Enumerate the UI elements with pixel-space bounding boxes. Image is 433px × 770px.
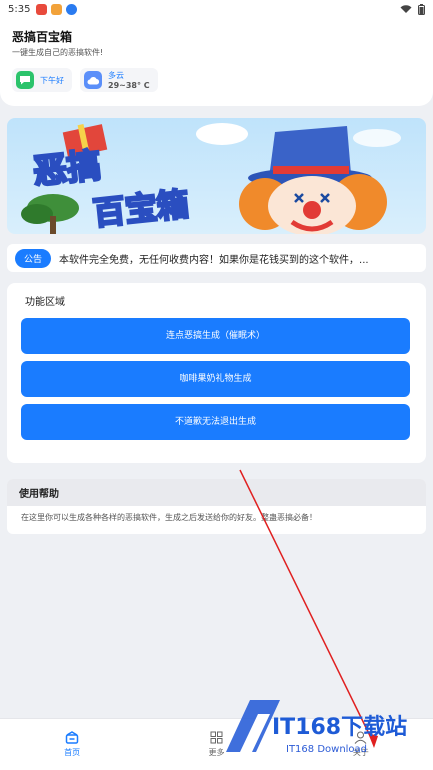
user-icon xyxy=(354,731,367,744)
apology-generator-button[interactable]: 不道歉无法退出生成 xyxy=(21,404,410,440)
notification-app-icon xyxy=(51,3,63,15)
notice-bar[interactable]: 公告 本软件完全免费，无任何收费内容！如果你是花钱买到的这个软件，... xyxy=(7,244,426,272)
function-area-title: 功能区域 xyxy=(25,297,65,308)
battery-icon xyxy=(418,3,425,15)
app-subtitle: 一键生成自己的恶搞软件! xyxy=(12,48,104,57)
status-bar: 5:35 xyxy=(0,0,433,18)
nav-item-about[interactable]: 关于 xyxy=(289,719,433,770)
chat-icon xyxy=(16,71,34,89)
notification-app-icon xyxy=(66,3,78,15)
weather-condition: 多云 xyxy=(108,71,124,80)
greeting-label: 下午好 xyxy=(40,75,64,85)
gift-generator-button[interactable]: 咖啡果奶礼物生成 xyxy=(21,361,410,397)
function-area: 功能区域 连点恶搞生成（催眠术） 咖啡果奶礼物生成 不道歉无法退出生成 xyxy=(7,283,426,463)
nav-label-home: 首页 xyxy=(64,748,81,757)
status-time: 5:35 xyxy=(8,3,31,15)
bottom-nav: 首页 更多 关于 xyxy=(0,718,433,770)
banner-image[interactable]: 恶搞 百宝箱 xyxy=(7,118,426,234)
notification-app-icon xyxy=(36,3,48,15)
help-title: 使用帮助 xyxy=(7,479,426,506)
header-card: 恶搞百宝箱 一键生成自己的恶搞软件! 下午好 多云 29~38° C xyxy=(0,18,433,106)
help-card: 使用帮助 在这里你可以生成各种各样的恶搞软件，生成之后发送给你的好友。整蛊恶搞必… xyxy=(7,479,426,534)
nav-label-about: 关于 xyxy=(352,748,369,757)
grid-icon xyxy=(210,731,223,744)
nav-label-more: 更多 xyxy=(208,748,225,757)
notice-text: 本软件完全免费，无任何收费内容！如果你是花钱买到的这个软件，... xyxy=(59,254,369,266)
cloud-icon xyxy=(84,71,102,89)
home-icon xyxy=(65,731,79,744)
weather-chip: 多云 29~38° C xyxy=(80,68,158,92)
app-title: 恶搞百宝箱 xyxy=(12,30,73,44)
nav-item-home[interactable]: 首页 xyxy=(0,719,144,770)
notice-badge: 公告 xyxy=(15,248,52,268)
hypnosis-generator-button[interactable]: 连点恶搞生成（催眠术） xyxy=(21,318,410,354)
weather-temperature: 29~38° C xyxy=(108,81,150,90)
nav-item-more[interactable]: 更多 xyxy=(144,719,288,770)
help-text: 在这里你可以生成各种各样的恶搞软件，生成之后发送给你的好友。整蛊恶搞必备！ xyxy=(21,513,317,522)
banner-title-line2: 百宝箱 xyxy=(91,185,190,233)
greeting-chip: 下午好 xyxy=(12,68,72,92)
wifi-icon xyxy=(400,5,412,13)
header-chips: 下午好 多云 29~38° C xyxy=(12,68,421,92)
banner-title-line1: 恶搞 xyxy=(31,146,103,193)
